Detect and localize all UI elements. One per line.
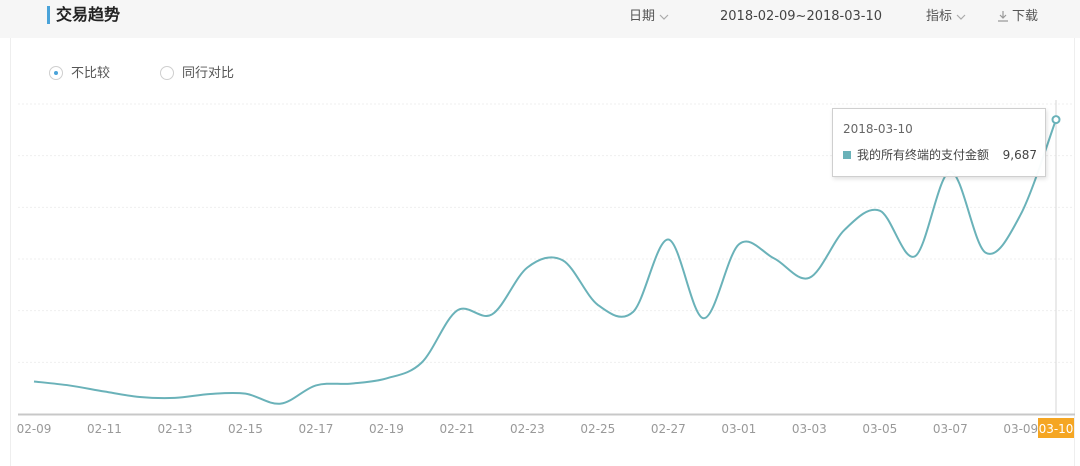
x-tick-label: 02-17: [298, 422, 333, 436]
highlighted-data-point: [1051, 115, 1061, 125]
tooltip-date: 2018-03-10: [843, 122, 913, 136]
x-tick-label: 02-15: [228, 422, 263, 436]
chart-tooltip: 2018-03-10 我的所有终端的支付金额 9,687: [832, 108, 1046, 177]
tooltip-value: 9,687: [1002, 148, 1037, 162]
tooltip-series-row: 我的所有终端的支付金额 9,687: [843, 147, 1037, 163]
x-tick-label: 03-03: [792, 422, 827, 436]
x-tick-label: 03-07: [933, 422, 968, 436]
tooltip-series-name: 我的所有终端的支付金额: [857, 148, 990, 162]
x-tick-label: 02-11: [87, 422, 122, 436]
x-tick-label: 02-19: [369, 422, 404, 436]
tooltip-series-swatch: [843, 151, 851, 159]
trend-line-chart[interactable]: 02-09 02-11 02-13 02-15 02-17 02-19 02-21 02-23…: [0, 0, 1080, 466]
x-tick-label: 03-10: [1039, 422, 1074, 436]
x-tick-labels: 02-09 02-11 02-13 02-15 02-17 02-19 02-21 02-23…: [17, 418, 1074, 438]
x-tick-label: 02-23: [510, 422, 545, 436]
x-tick-label: 02-09: [17, 422, 52, 436]
x-tick-label: 03-09: [1003, 422, 1038, 436]
x-tick-label: 03-01: [721, 422, 756, 436]
x-tick-label: 02-27: [651, 422, 686, 436]
x-tick-label: 02-13: [158, 422, 193, 436]
x-tick-label: 03-05: [862, 422, 897, 436]
x-tick-label: 02-21: [439, 422, 474, 436]
x-tick-label: 02-25: [580, 422, 615, 436]
